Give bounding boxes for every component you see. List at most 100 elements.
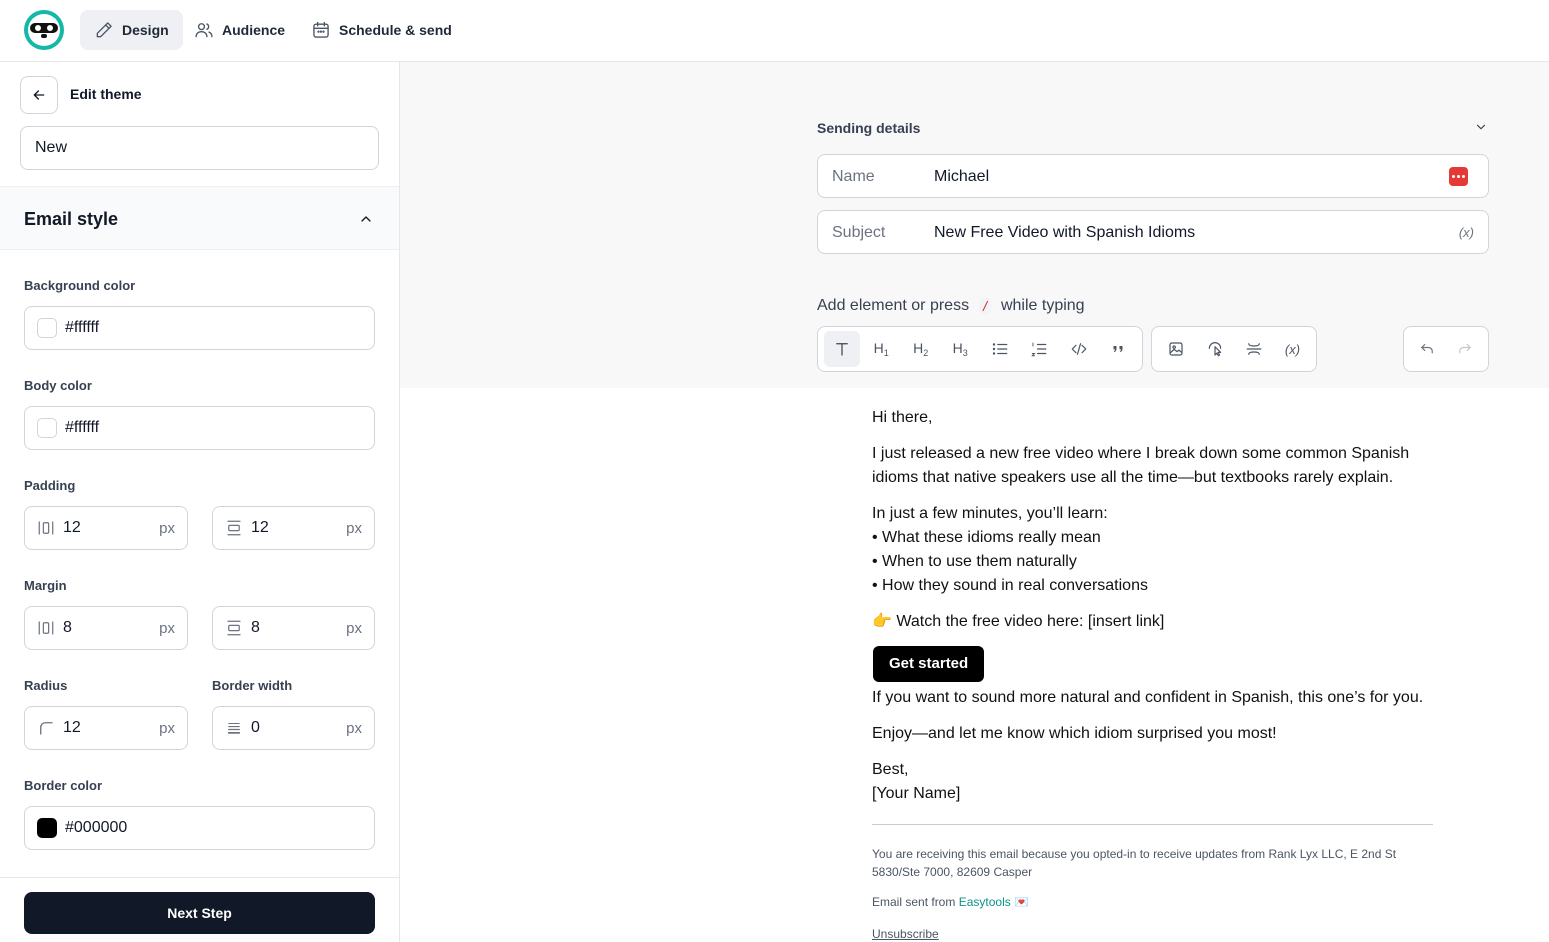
sender-name-label: Name: [832, 168, 875, 185]
body-color-label: Body color: [24, 378, 92, 393]
unit-label: px: [346, 620, 362, 637]
sloth-logo-icon[interactable]: [24, 10, 64, 50]
page-title: Edit theme: [70, 86, 142, 102]
body-color-field[interactable]: #ffffff: [24, 406, 375, 450]
love-letter-icon: 💌: [1014, 895, 1030, 909]
tab-design[interactable]: Design: [80, 10, 183, 50]
margin-horizontal-value: 8: [63, 619, 72, 636]
heading1-icon[interactable]: H1: [864, 331, 900, 367]
next-step-button[interactable]: Next Step: [24, 892, 375, 934]
unit-label: px: [346, 720, 362, 737]
background-color-value: #ffffff: [65, 319, 100, 336]
email-learn-list[interactable]: In just a few minutes, you’ll learn: • W…: [872, 502, 1442, 598]
email-style-section-header[interactable]: Email style: [0, 186, 399, 250]
easytools-link[interactable]: Easytools: [959, 895, 1011, 909]
email-paragraph[interactable]: If you want to sound more natural and co…: [872, 686, 1442, 710]
tab-audience[interactable]: Audience: [180, 10, 299, 50]
top-navigation: Design Audience Schedule & send: [0, 0, 1549, 62]
code-icon[interactable]: [1061, 331, 1097, 367]
color-swatch[interactable]: [37, 418, 57, 438]
border-width-input[interactable]: 0 px: [212, 706, 375, 750]
sender-name-value[interactable]: Michael: [934, 168, 989, 186]
body-color-value: #ffffff: [65, 419, 100, 436]
insert-toolbar: (x): [1151, 326, 1317, 372]
slash-key: /: [979, 298, 991, 314]
section-title: Email style: [24, 209, 119, 229]
unit-label: px: [159, 520, 175, 537]
border-width-icon: [227, 723, 241, 734]
back-button[interactable]: [20, 76, 58, 114]
margin-label: Margin: [24, 578, 67, 593]
horizontal-padding-icon: [38, 521, 54, 535]
button-icon[interactable]: [1197, 331, 1232, 367]
chevron-down-icon[interactable]: [1474, 120, 1488, 134]
theme-editor-panel: Edit theme Email style Background color …: [0, 62, 400, 942]
sending-details-title: Sending details: [817, 120, 921, 136]
vertical-padding-icon: [227, 520, 241, 536]
border-color-field[interactable]: #000000: [24, 806, 375, 850]
footer-divider: [872, 824, 1433, 825]
theme-name-input[interactable]: [20, 126, 379, 170]
numbered-list-icon[interactable]: [1022, 331, 1058, 367]
margin-vertical-input[interactable]: 8 px: [212, 606, 375, 650]
padding-vertical-input[interactable]: 12 px: [212, 506, 375, 550]
redo-icon[interactable]: [1448, 331, 1482, 367]
users-icon: [195, 23, 213, 38]
calendar-icon: [313, 21, 329, 38]
unsubscribe-link[interactable]: Unsubscribe: [872, 927, 939, 941]
unit-label: px: [159, 620, 175, 637]
border-color-value: #000000: [65, 819, 128, 836]
add-element-hint: Add element or press / while typing: [817, 297, 1085, 315]
padding-horizontal-value: 12: [63, 519, 81, 536]
border-width-value: 0: [251, 719, 260, 736]
background-color-label: Background color: [24, 278, 136, 293]
email-paragraph[interactable]: Enjoy—and let me know which idiom surpri…: [872, 722, 1442, 746]
email-footer: You are receiving this email because you…: [872, 845, 1432, 911]
padding-vertical-value: 12: [251, 519, 269, 536]
radius-input[interactable]: 12 px: [24, 706, 188, 750]
bullet-list-icon[interactable]: [982, 331, 1018, 367]
quote-icon[interactable]: [1101, 331, 1137, 367]
email-watch-line[interactable]: 👉 Watch the free video here: [insert lin…: [872, 610, 1442, 634]
signature: [Your Name]: [872, 785, 961, 802]
color-swatch[interactable]: [37, 818, 57, 838]
text-format-toolbar: H1 H2 H3: [817, 326, 1143, 372]
heading3-icon[interactable]: H3: [943, 331, 979, 367]
heading2-icon[interactable]: H2: [903, 331, 939, 367]
background-color-field[interactable]: #ffffff: [24, 306, 375, 350]
get-started-button[interactable]: Get started: [873, 646, 985, 682]
horizontal-margin-icon: [38, 621, 54, 635]
padding-label: Padding: [24, 478, 76, 493]
sender-name-field[interactable]: Name Michael: [817, 154, 1489, 198]
unit-label: px: [159, 720, 175, 737]
email-signoff[interactable]: Best, [Your Name]: [872, 758, 1442, 806]
panel-footer: Next Step: [0, 877, 399, 942]
more-options-icon[interactable]: [1449, 167, 1468, 186]
email-paragraph[interactable]: I just released a new free video where I…: [872, 442, 1442, 490]
chevron-up-icon: [361, 216, 371, 222]
tab-schedule-send[interactable]: Schedule & send: [297, 10, 466, 50]
vertical-margin-icon: [227, 620, 241, 636]
variable-icon[interactable]: (x): [1459, 225, 1474, 240]
divider-icon[interactable]: [1236, 331, 1271, 367]
image-icon[interactable]: [1158, 331, 1193, 367]
margin-horizontal-input[interactable]: 8 px: [24, 606, 188, 650]
pencil-icon: [96, 22, 112, 38]
learn-intro: In just a few minutes, you’ll learn:: [872, 505, 1108, 522]
variable-icon[interactable]: (x): [1275, 331, 1310, 367]
list-item: • When to use them naturally: [872, 553, 1077, 570]
tab-design-label: Design: [122, 22, 169, 38]
undo-icon[interactable]: [1410, 331, 1444, 367]
radius-label: Radius: [24, 678, 68, 693]
history-toolbar: [1403, 326, 1489, 372]
border-width-label: Border width: [212, 678, 293, 693]
padding-horizontal-input[interactable]: 12 px: [24, 506, 188, 550]
subject-value[interactable]: New Free Video with Spanish Idioms: [934, 224, 1195, 242]
email-greeting[interactable]: Hi there,: [872, 406, 1442, 430]
footer-sent-label: Email sent from: [872, 895, 956, 909]
email-body[interactable]: Hi there, I just released a new free vid…: [872, 406, 1442, 818]
subject-field[interactable]: Subject New Free Video with Spanish Idio…: [817, 210, 1489, 254]
text-icon[interactable]: [824, 331, 860, 367]
unit-label: px: [346, 520, 362, 537]
color-swatch[interactable]: [37, 318, 57, 338]
